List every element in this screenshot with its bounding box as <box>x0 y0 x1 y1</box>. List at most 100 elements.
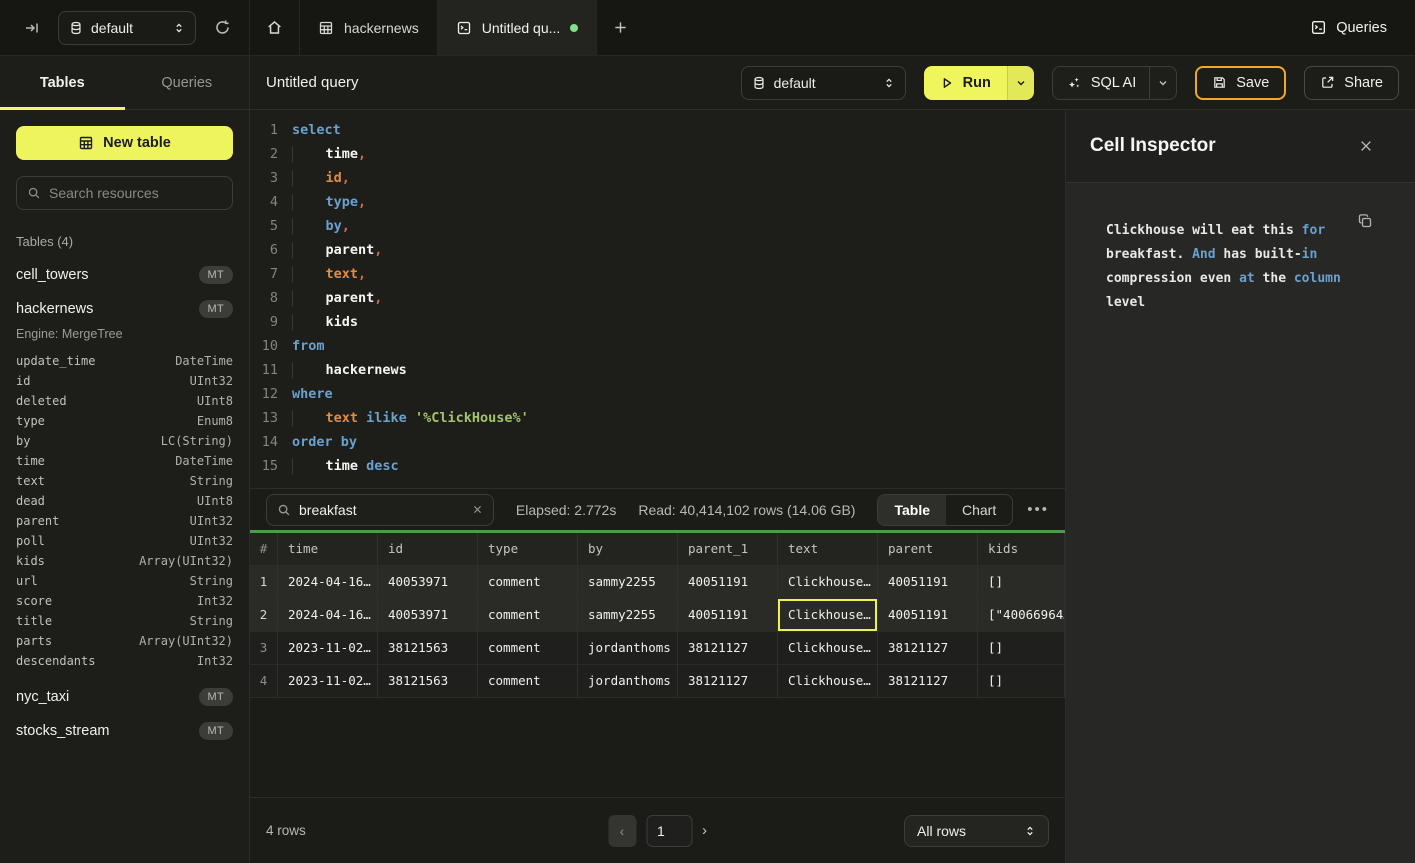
sidebar-tab-queries[interactable]: Queries <box>125 56 250 109</box>
column-item[interactable]: deletedUInt8 <box>16 391 233 411</box>
sidebar-tab-tables[interactable]: Tables <box>0 56 125 109</box>
table-cell[interactable]: Clickhouse… <box>778 632 878 665</box>
column-item[interactable]: byLC(String) <box>16 431 233 451</box>
column-item[interactable]: urlString <box>16 571 233 591</box>
column-header-by[interactable]: by <box>578 533 678 566</box>
page-size-selector[interactable]: All rows <box>904 815 1049 847</box>
table-item[interactable]: hackernewsMT <box>16 297 233 321</box>
refresh-icon <box>214 19 231 36</box>
column-item[interactable]: scoreInt32 <box>16 591 233 611</box>
column-item[interactable]: idUInt32 <box>16 371 233 391</box>
table-cell[interactable]: sammy2255 <box>578 566 678 599</box>
sql-editor[interactable]: 1select2 time,3 id,4 type,5 by,6 parent,… <box>250 110 1065 488</box>
table-cell[interactable]: Clickhouse… <box>778 566 878 599</box>
next-page-button[interactable]: › <box>702 822 707 839</box>
table-cell[interactable]: 38121127 <box>678 632 778 665</box>
column-item[interactable]: update_timeDateTime <box>16 351 233 371</box>
table-cell[interactable]: [] <box>978 632 1065 665</box>
table-cell[interactable]: 2024-04-16… <box>278 599 378 632</box>
column-header-parent[interactable]: parent <box>878 533 978 566</box>
table-cell[interactable]: 40053971 <box>378 599 478 632</box>
column-item[interactable]: timeDateTime <box>16 451 233 471</box>
column-item[interactable]: kidsArray(UInt32) <box>16 551 233 571</box>
table-cell[interactable]: comment <box>478 632 578 665</box>
share-button[interactable]: Share <box>1304 66 1399 100</box>
tab-home[interactable] <box>250 0 300 55</box>
inspector-keyword-token: And <box>1192 247 1215 262</box>
column-item[interactable]: textString <box>16 471 233 491</box>
queries-button[interactable]: Queries <box>1282 0 1415 55</box>
sidebar-scroll-area[interactable]: Tables (4) cell_towersMThackernewsMTEngi… <box>0 228 249 863</box>
results-search-input[interactable] <box>299 502 464 518</box>
table-cell[interactable]: 40051191 <box>678 566 778 599</box>
view-toggle-chart[interactable]: Chart <box>946 495 1012 525</box>
sql-ai-button[interactable]: SQL AI <box>1053 67 1149 99</box>
column-header-parent_1[interactable]: parent_1 <box>678 533 778 566</box>
run-options-button[interactable] <box>1007 66 1034 100</box>
new-table-button[interactable]: New table <box>16 126 233 160</box>
clear-search-icon[interactable] <box>472 504 483 515</box>
more-options-icon[interactable]: ••• <box>1027 501 1049 518</box>
sql-ai-options-button[interactable] <box>1149 67 1176 99</box>
topbar-database-selector[interactable]: default <box>58 11 196 45</box>
table-cell[interactable]: jordanthoms <box>578 665 678 698</box>
table-cell[interactable]: 38121127 <box>878 665 978 698</box>
column-header-text[interactable]: text <box>778 533 878 566</box>
column-item[interactable]: pollUInt32 <box>16 531 233 551</box>
table-cell[interactable]: 38121127 <box>678 665 778 698</box>
table-cell[interactable]: 2024-04-16… <box>278 566 378 599</box>
row-index-cell[interactable]: 2 <box>250 599 278 632</box>
page-number-input[interactable] <box>646 815 692 847</box>
row-index-cell[interactable]: 4 <box>250 665 278 698</box>
table-cell[interactable]: 38121563 <box>378 632 478 665</box>
refresh-button[interactable] <box>210 15 235 40</box>
table-cell[interactable]: 2023-11-02… <box>278 665 378 698</box>
line-code: select <box>292 118 341 142</box>
table-cell[interactable]: jordanthoms <box>578 632 678 665</box>
tab-untitled-query[interactable]: Untitled qu... <box>438 0 598 55</box>
table-cell[interactable]: 40053971 <box>378 566 478 599</box>
column-header-type[interactable]: type <box>478 533 578 566</box>
column-item[interactable]: typeEnum8 <box>16 411 233 431</box>
table-cell[interactable]: 40051191 <box>878 599 978 632</box>
copy-cell-button[interactable] <box>1357 213 1373 229</box>
table-cell[interactable]: Clickhouse… <box>778 665 878 698</box>
prev-page-button[interactable]: ‹ <box>608 815 636 847</box>
table-cell[interactable]: 38121127 <box>878 632 978 665</box>
row-index-cell[interactable]: 1 <box>250 566 278 599</box>
table-item[interactable]: stocks_streamMT <box>16 719 233 743</box>
view-toggle-table[interactable]: Table <box>878 495 946 525</box>
column-header-kids[interactable]: kids <box>978 533 1065 566</box>
table-cell[interactable]: comment <box>478 665 578 698</box>
table-item[interactable]: nyc_taxiMT <box>16 685 233 709</box>
column-header-index[interactable]: # <box>250 533 278 566</box>
save-button[interactable]: Save <box>1195 66 1286 100</box>
resource-search-input[interactable] <box>49 185 222 201</box>
collapse-sidebar-button[interactable] <box>20 16 44 40</box>
column-header-time[interactable]: time <box>278 533 378 566</box>
table-cell[interactable]: Clickhouse… <box>778 599 878 632</box>
table-cell[interactable]: sammy2255 <box>578 599 678 632</box>
table-cell[interactable]: 40051191 <box>878 566 978 599</box>
run-button[interactable]: Run <box>924 66 1007 100</box>
table-item[interactable]: cell_towersMT <box>16 263 233 287</box>
table-cell[interactable]: 2023-11-02… <box>278 632 378 665</box>
column-item[interactable]: descendantsInt32 <box>16 651 233 671</box>
new-tab-button[interactable] <box>597 0 644 55</box>
close-inspector-button[interactable] <box>1355 135 1377 157</box>
column-item[interactable]: parentUInt32 <box>16 511 233 531</box>
column-item[interactable]: partsArray(UInt32) <box>16 631 233 651</box>
column-header-id[interactable]: id <box>378 533 478 566</box>
tab-hackernews[interactable]: hackernews <box>300 0 438 55</box>
row-index-cell[interactable]: 3 <box>250 632 278 665</box>
column-item[interactable]: titleString <box>16 611 233 631</box>
table-cell[interactable]: 38121563 <box>378 665 478 698</box>
query-database-selector[interactable]: default <box>741 66 906 100</box>
table-cell[interactable]: comment <box>478 599 578 632</box>
column-item[interactable]: deadUInt8 <box>16 491 233 511</box>
table-cell[interactable]: [] <box>978 566 1065 599</box>
table-cell[interactable]: comment <box>478 566 578 599</box>
table-cell[interactable]: ["40066964… <box>978 599 1065 632</box>
table-cell[interactable]: 40051191 <box>678 599 778 632</box>
table-cell[interactable]: [] <box>978 665 1065 698</box>
